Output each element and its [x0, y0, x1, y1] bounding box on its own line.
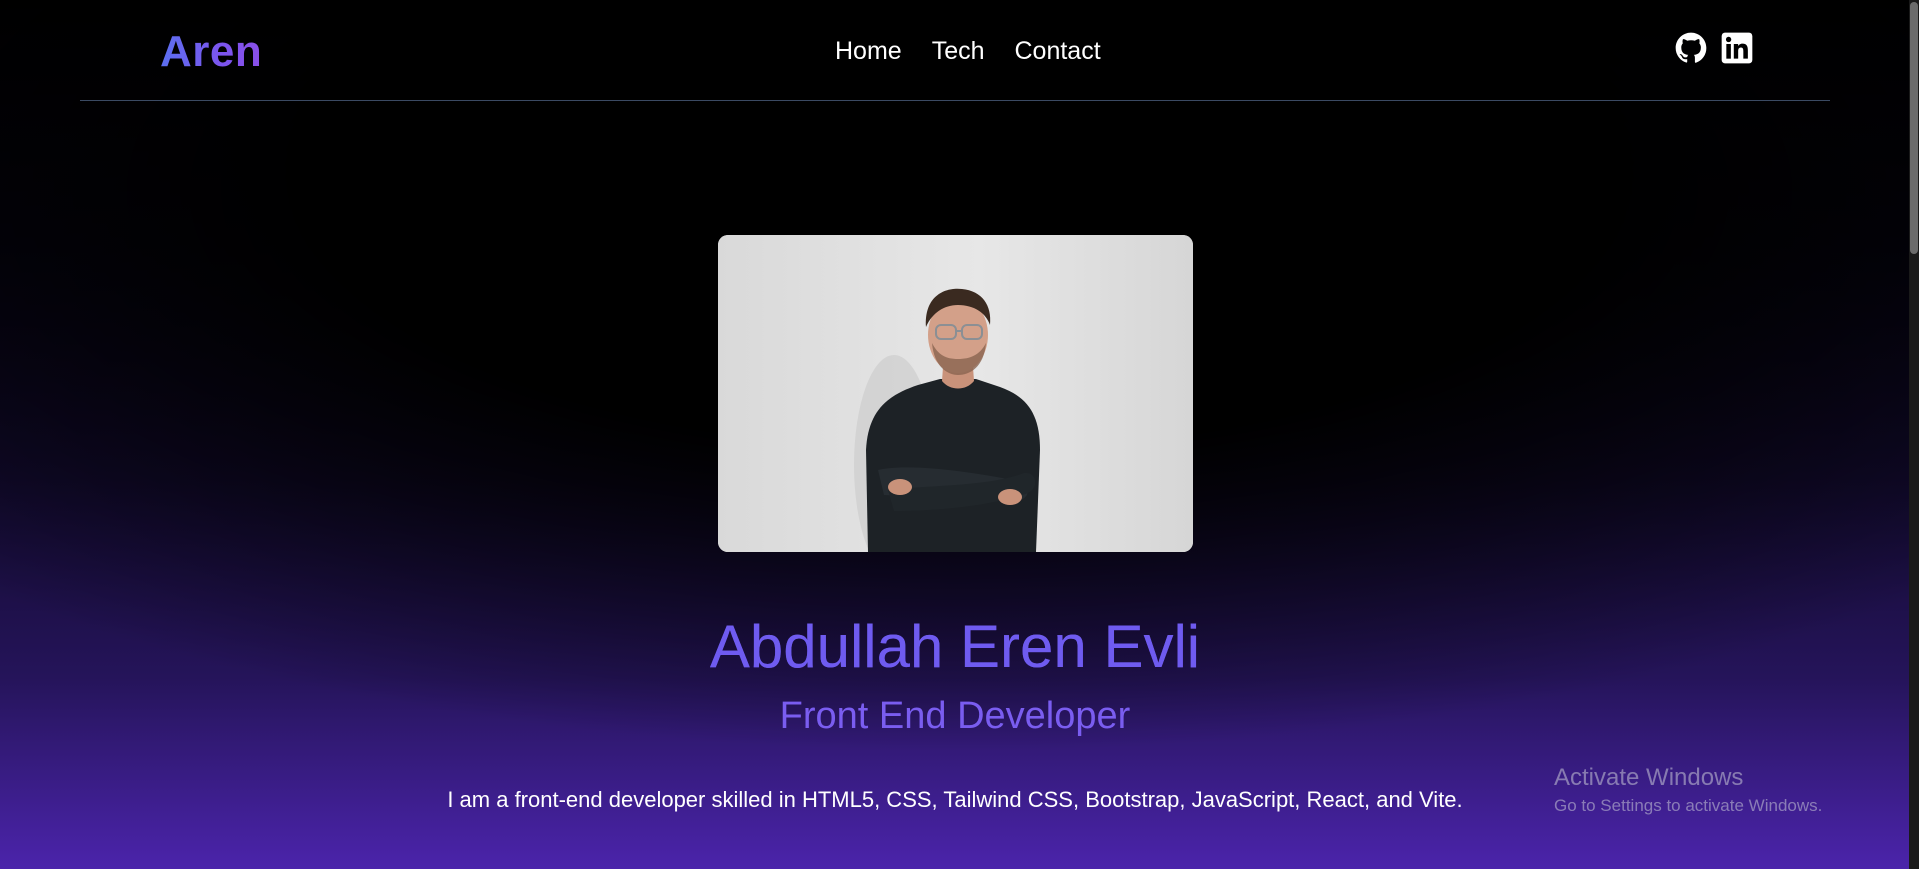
site-logo[interactable]: Aren: [160, 26, 262, 78]
scrollbar-thumb[interactable]: [1910, 2, 1918, 254]
page-scrollbar[interactable]: [1909, 0, 1919, 869]
social-links: [1675, 32, 1753, 64]
github-icon: [1675, 32, 1707, 63]
github-link[interactable]: [1675, 32, 1707, 64]
linkedin-icon: [1721, 32, 1753, 64]
linkedin-link[interactable]: [1721, 32, 1753, 64]
site-header: Aren Home Tech Contact: [80, 0, 1830, 101]
windows-activation-watermark: Activate Windows Go to Settings to activ…: [1554, 763, 1822, 818]
hero-role: Front End Developer: [779, 695, 1131, 737]
person-illustration: [718, 235, 1193, 552]
profile-photo: [718, 235, 1193, 552]
nav-contact-link[interactable]: Contact: [1015, 34, 1101, 68]
hero-name: Abdullah Eren Evli: [0, 612, 1910, 682]
watermark-subtitle: Go to Settings to activate Windows.: [1554, 796, 1823, 815]
nav-home-link[interactable]: Home: [835, 34, 902, 68]
nav-tech-link[interactable]: Tech: [932, 34, 985, 68]
watermark-title: Activate Windows: [1554, 764, 1744, 791]
portfolio-page: Aren Home Tech Contact Abdullah Eren Evl…: [0, 0, 1919, 869]
main-nav: Home Tech Contact: [835, 34, 1101, 68]
